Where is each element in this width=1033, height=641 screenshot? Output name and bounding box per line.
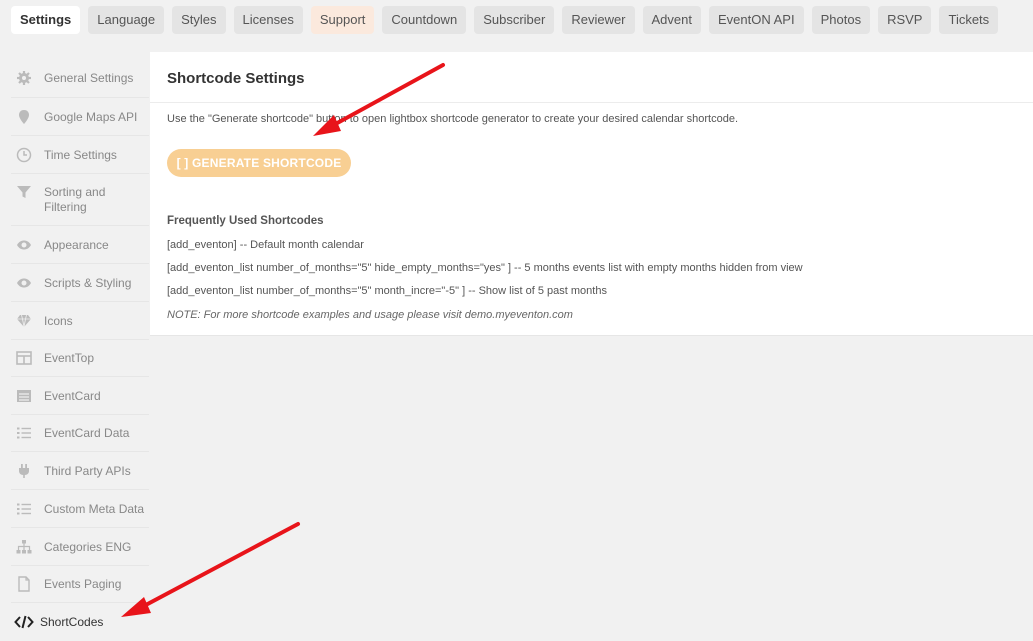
filter-icon [16, 184, 32, 200]
sidebar-item-label: EventCard Data [44, 426, 130, 440]
sidebar-item-label: Appearance [44, 237, 109, 252]
sidebar-item-label: EventTop [44, 351, 95, 365]
sidebar-item-label: Categories ENG [44, 539, 132, 554]
settings-tabs: Settings Language Styles Licenses Suppor… [0, 0, 1033, 40]
sidebar-item-third-party-apis[interactable]: Third Party APIs [11, 452, 149, 490]
sidebar-item-sorting-filtering[interactable]: Sorting and Filtering [11, 174, 149, 226]
sidebar-item-label: EventCard [44, 388, 101, 403]
sidebar-item-label: Custom Meta Data [44, 501, 145, 516]
tab-rsvp[interactable]: RSVP [878, 6, 932, 34]
shortcode-example: [add_eventon_list number_of_months="5" m… [167, 285, 607, 297]
map-pin-icon [16, 109, 32, 125]
sidebar-item-general-settings[interactable]: General Settings [11, 59, 149, 98]
sidebar-item-eventcard[interactable]: EventCard [11, 377, 149, 415]
file-icon [16, 576, 32, 592]
sidebar-item-eventcard-data[interactable]: EventCard Data [11, 415, 149, 452]
shortcode-example: [add_eventon] -- Default month calendar [167, 239, 364, 251]
shortcode-settings-panel: Shortcode Settings Use the "Generate sho… [150, 52, 1033, 336]
sidebar-item-icons[interactable]: Icons [11, 302, 149, 340]
sidebar-item-categories-eng[interactable]: Categories ENG [11, 528, 149, 566]
sidebar-item-eventtop[interactable]: EventTop [11, 340, 149, 377]
sidebar-item-scripts-styling[interactable]: Scripts & Styling [11, 264, 149, 302]
settings-sidebar: General Settings Google Maps API Time Se… [0, 59, 149, 630]
eye-icon [16, 275, 32, 291]
sidebar-item-label: Google Maps API [44, 109, 138, 124]
generate-shortcode-button[interactable]: [ ] GENERATE SHORTCODE [167, 149, 351, 177]
clock-icon [16, 147, 32, 163]
layout-icon [16, 350, 32, 366]
card-icon [16, 388, 32, 404]
sidebar-item-label: Sorting and Filtering [44, 184, 106, 214]
sidebar-item-time-settings[interactable]: Time Settings [11, 136, 149, 174]
tab-tickets[interactable]: Tickets [939, 6, 999, 34]
tab-subscriber[interactable]: Subscriber [474, 6, 555, 34]
sidebar-item-label: Third Party APIs [44, 463, 131, 478]
sidebar-item-shortcodes[interactable]: ShortCodes [11, 603, 149, 641]
tab-language[interactable]: Language [88, 6, 165, 34]
tab-support[interactable]: Support [310, 6, 375, 34]
tab-settings[interactable]: Settings [11, 6, 81, 34]
plug-icon [16, 463, 32, 479]
title-divider [150, 102, 1033, 103]
sidebar-item-appearance[interactable]: Appearance [11, 226, 149, 264]
sidebar-item-google-maps-api[interactable]: Google Maps API [11, 98, 149, 136]
sidebar-item-label: Scripts & Styling [44, 275, 132, 290]
sidebar-item-label: General Settings [44, 71, 134, 85]
tab-styles[interactable]: Styles [172, 6, 226, 34]
sidebar-item-label: Events Paging [44, 577, 122, 591]
shortcode-example: [add_eventon_list number_of_months="5" h… [167, 262, 803, 274]
shortcodes-heading: Frequently Used Shortcodes [167, 215, 324, 227]
tab-photos[interactable]: Photos [811, 6, 871, 34]
tab-eventon-api[interactable]: EventON API [709, 6, 804, 34]
shortcode-note: NOTE: For more shortcode examples and us… [167, 309, 573, 321]
tab-reviewer[interactable]: Reviewer [562, 6, 635, 34]
sidebar-item-events-paging[interactable]: Events Paging [11, 566, 149, 603]
description-text: Use the "Generate shortcode" button to o… [167, 113, 738, 125]
tab-advent[interactable]: Advent [642, 6, 701, 34]
gear-icon [16, 70, 32, 86]
sidebar-item-label: Icons [44, 313, 73, 328]
tab-licenses[interactable]: Licenses [233, 6, 303, 34]
sidebar-item-label: ShortCodes [40, 615, 104, 629]
sitemap-icon [16, 539, 32, 555]
code-icon [14, 614, 34, 630]
list-icon [16, 425, 32, 441]
page-title: Shortcode Settings [167, 70, 305, 87]
list-icon [16, 501, 32, 517]
sidebar-item-custom-meta-data[interactable]: Custom Meta Data [11, 490, 149, 528]
diamond-icon [16, 313, 32, 329]
tab-countdown[interactable]: Countdown [382, 6, 467, 34]
eye-icon [16, 237, 32, 253]
sidebar-item-label: Time Settings [44, 147, 117, 162]
